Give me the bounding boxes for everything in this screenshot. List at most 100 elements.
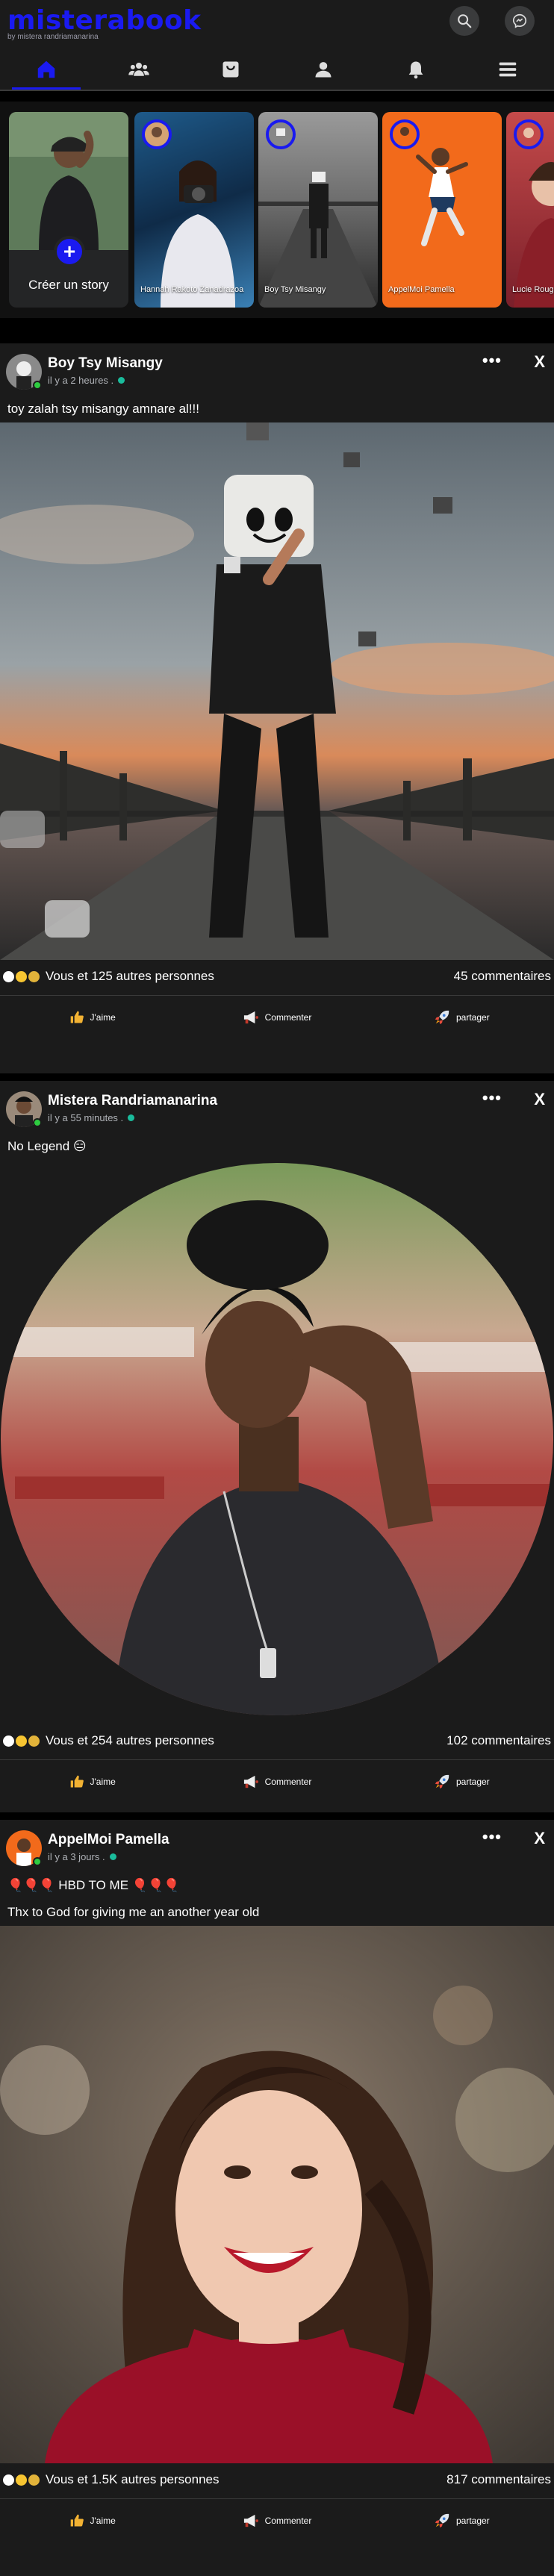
post-time: il y a 2 heures . — [48, 375, 125, 386]
post-time-text: il y a 55 minutes . — [48, 1112, 124, 1123]
search-button[interactable] — [449, 6, 479, 36]
post-time: il y a 55 minutes . — [48, 1112, 135, 1123]
post-time-text: il y a 3 jours . — [48, 1851, 105, 1862]
search-icon — [458, 14, 472, 28]
tab-marketplace[interactable] — [184, 49, 277, 90]
story-name: AppelMoi Pamella — [388, 285, 455, 294]
post-author[interactable]: Mistera Randriamanarina — [48, 1093, 217, 1109]
home-icon — [37, 60, 55, 78]
post-image[interactable] — [0, 1163, 554, 1724]
post-card: Mistera Randriamanarina il y a 55 minute… — [0, 1081, 554, 1812]
thumbs-up-icon — [70, 2514, 84, 2527]
post-options-button[interactable]: ••• — [482, 351, 502, 370]
online-indicator — [33, 1857, 42, 1866]
post-author[interactable]: Boy Tsy Misangy — [48, 355, 163, 372]
messenger-icon — [512, 13, 527, 28]
rocket-icon — [435, 2513, 449, 2528]
story-card[interactable]: AppelMoi Pamella — [382, 112, 502, 308]
post-options-button[interactable]: ••• — [482, 1827, 502, 1847]
comments-count[interactable]: 45 commentaires — [454, 969, 551, 984]
megaphone-icon — [243, 1775, 258, 1788]
comment-button[interactable]: Commenter — [184, 2499, 369, 2542]
public-icon — [128, 1114, 135, 1121]
comment-label: Commenter — [264, 1777, 312, 1787]
post-author[interactable]: AppelMoi Pamella — [48, 1832, 169, 1848]
create-story-label: Créer un story — [28, 278, 109, 292]
comments-count[interactable]: 102 commentaires — [446, 1733, 551, 1748]
share-button[interactable]: partager — [370, 996, 554, 1039]
main-nav — [0, 49, 554, 90]
post-time: il y a 3 jours . — [48, 1851, 116, 1862]
story-name: Boy Tsy Misangy — [264, 285, 326, 294]
comments-count[interactable]: 817 commentaires — [446, 2472, 551, 2487]
like-button[interactable]: J'aime — [0, 1760, 184, 1803]
create-story-photo — [9, 112, 128, 250]
rocket-icon — [435, 1774, 449, 1789]
comment-button[interactable]: Commenter — [184, 996, 369, 1039]
post-image[interactable] — [0, 422, 554, 960]
reactions-summary[interactable]: Vous et 254 autres personnes — [3, 1733, 214, 1748]
post-text: toy zalah tsy misangy amnare al!!! — [7, 402, 200, 416]
like-button[interactable]: J'aime — [0, 2499, 184, 2542]
tab-friends[interactable] — [93, 49, 185, 90]
heart-icon — [3, 970, 14, 982]
tab-home[interactable] — [0, 49, 93, 90]
create-story-card[interactable]: + Créer un story — [9, 112, 128, 308]
share-label: partager — [455, 1012, 490, 1023]
logo[interactable]: misterabook — [7, 6, 202, 36]
comment-button[interactable]: Commenter — [184, 1760, 369, 1803]
like-button[interactable]: J'aime — [0, 996, 184, 1039]
tab-notifications[interactable] — [370, 49, 462, 90]
bell-icon — [408, 61, 423, 79]
stories-bar: + Créer un story Hannah Rakoto Zanadrazo… — [0, 102, 554, 318]
post-image[interactable] — [0, 1926, 554, 2463]
close-post-button[interactable]: X — [534, 1090, 545, 1109]
brand[interactable]: misterabook by mistera randriamanarina — [7, 6, 202, 42]
post-options-button[interactable]: ••• — [482, 1088, 502, 1108]
close-post-button[interactable]: X — [534, 1829, 545, 1848]
thumbs-up-icon — [28, 1735, 40, 1747]
tab-profile[interactable] — [277, 49, 370, 90]
online-indicator — [33, 1118, 42, 1127]
story-avatar — [514, 119, 544, 149]
share-label: partager — [455, 2516, 490, 2526]
thumbs-up-icon — [70, 1775, 84, 1788]
profile-icon — [315, 62, 332, 78]
menu-icon — [499, 62, 517, 77]
megaphone-icon — [243, 1011, 258, 1024]
story-avatar — [390, 119, 420, 149]
thumbs-up-icon — [70, 1011, 84, 1023]
post-text-line2: Thx to God for giving me an another year… — [7, 1905, 260, 1919]
close-post-button[interactable]: X — [534, 352, 545, 372]
reactions-text: Vous et 125 autres personnes — [46, 969, 214, 983]
online-indicator — [33, 381, 42, 390]
story-avatar — [266, 119, 296, 149]
share-button[interactable]: partager — [370, 1760, 554, 1803]
reactions-summary[interactable]: Vous et 125 autres personnes — [3, 969, 214, 984]
thumbs-up-icon — [28, 2474, 40, 2486]
heart-icon — [3, 2474, 14, 2486]
marketplace-icon — [222, 61, 239, 78]
reactions-summary[interactable]: Vous et 1.5K autres personnes — [3, 2472, 220, 2487]
share-button[interactable]: partager — [370, 2499, 554, 2542]
tab-menu[interactable] — [461, 49, 554, 90]
story-card[interactable]: Lucie Rouge — [506, 112, 554, 308]
add-story-icon[interactable]: + — [54, 236, 85, 267]
public-icon — [118, 377, 125, 384]
post-text: No Legend 😑 — [7, 1139, 87, 1153]
haha-icon — [16, 970, 27, 982]
top-header: misterabook by mistera randriamanarina — [0, 0, 554, 91]
post-card: Boy Tsy Misangy il y a 2 heures . ••• X … — [0, 343, 554, 1073]
story-card[interactable]: Boy Tsy Misangy — [258, 112, 378, 308]
rocket-icon — [435, 1010, 449, 1025]
post-card: AppelMoi Pamella il y a 3 jours . ••• X … — [0, 1820, 554, 2576]
haha-icon — [16, 2474, 27, 2486]
heart-icon — [3, 1735, 14, 1747]
share-label: partager — [455, 1777, 490, 1787]
messenger-button[interactable] — [505, 6, 535, 36]
story-avatar — [142, 119, 172, 149]
megaphone-icon — [243, 2514, 258, 2527]
story-card[interactable]: Hannah Rakoto Zanadrazoa — [134, 112, 254, 308]
like-label: J'aime — [90, 2516, 116, 2526]
post-time-text: il y a 2 heures . — [48, 375, 114, 386]
